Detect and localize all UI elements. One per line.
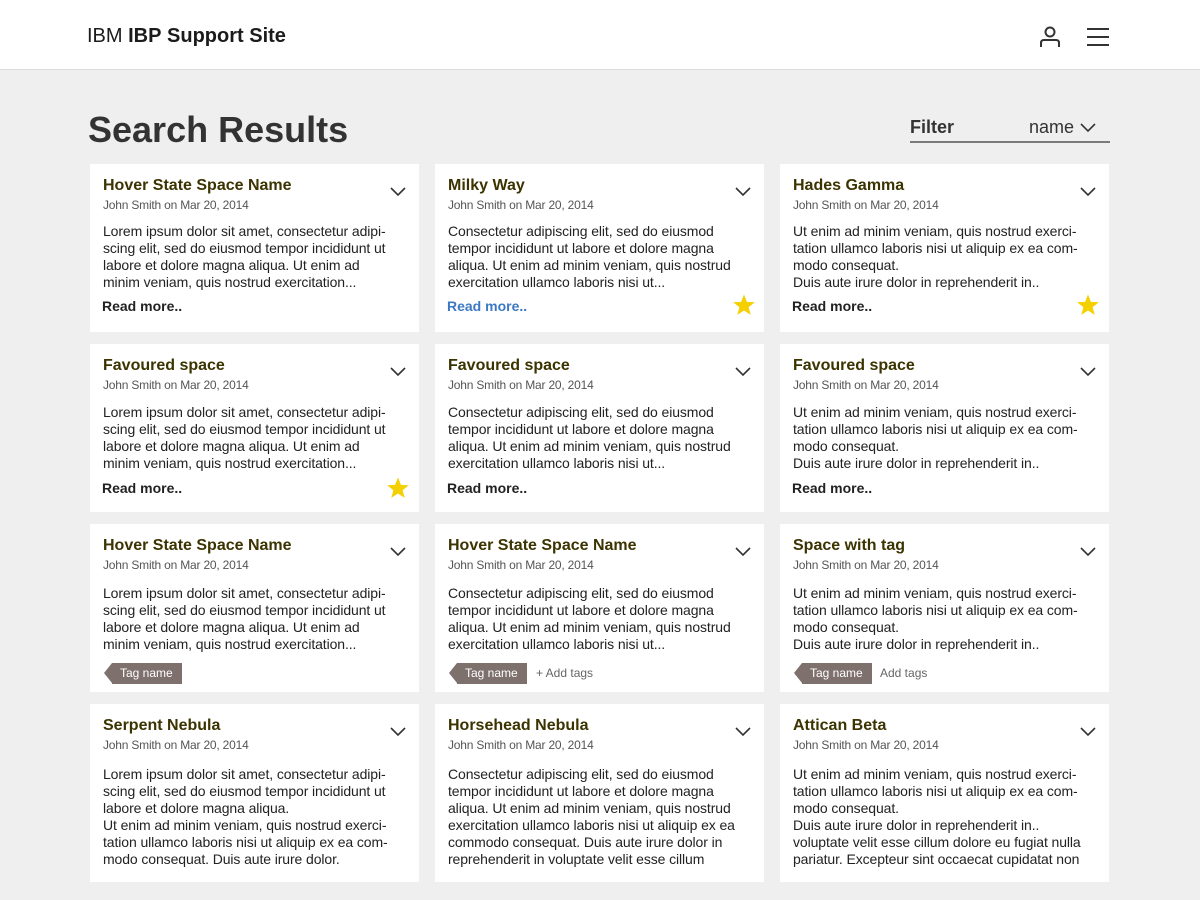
card-meta: John Smith on Mar 20, 2014: [448, 378, 594, 392]
card-title[interactable]: Hover State Space Name: [103, 536, 292, 556]
card-title[interactable]: Space with tag: [793, 536, 905, 556]
card-title[interactable]: Hades Gamma: [793, 176, 904, 196]
chevron-down-icon[interactable]: [390, 365, 406, 377]
card-description: Ut enim ad minim veniam, quis nostrud ex…: [793, 585, 1078, 652]
star-icon[interactable]: [386, 476, 410, 500]
star-icon[interactable]: [1076, 293, 1100, 317]
card-meta: John Smith on Mar 20, 2014: [103, 738, 249, 752]
filter-dropdown[interactable]: Filter name: [910, 115, 1110, 143]
chevron-down-icon[interactable]: [1080, 725, 1096, 737]
card-meta: John Smith on Mar 20, 2014: [793, 558, 939, 572]
card-meta: John Smith on Mar 20, 2014: [448, 198, 594, 212]
brand-site: Support Site: [167, 25, 286, 47]
chevron-down-icon[interactable]: [735, 365, 751, 377]
read-more-link[interactable]: Read more..: [792, 480, 872, 497]
card-title[interactable]: Hover State Space Name: [448, 536, 637, 556]
chevron-down-icon[interactable]: [390, 725, 406, 737]
card-description: Lorem ipsum dolor sit amet, consectetur …: [103, 223, 386, 290]
card-title[interactable]: Hover State Space Name: [103, 176, 292, 196]
chevron-down-icon[interactable]: [1080, 365, 1096, 377]
results-grid: Hover State Space Name John Smith on Mar…: [90, 164, 1110, 882]
card-description: Lorem ipsum dolor sit amet, consectetur …: [103, 404, 386, 471]
read-more-link[interactable]: Read more..: [102, 298, 182, 315]
card-description: Consectetur adipiscing elit, sed do eius…: [448, 404, 731, 471]
card-meta: John Smith on Mar 20, 2014: [103, 378, 249, 392]
result-card[interactable]: Favoured space John Smith on Mar 20, 201…: [780, 344, 1109, 512]
card-description: Lorem ipsum dolor sit amet, consectetur …: [103, 766, 388, 867]
chevron-down-icon[interactable]: [1080, 545, 1096, 557]
card-title[interactable]: Horsehead Nebula: [448, 716, 588, 736]
card-description: Consectetur adipiscing elit, sed do eius…: [448, 585, 731, 652]
read-more-link[interactable]: Read more..: [447, 298, 527, 315]
chevron-down-icon[interactable]: [390, 545, 406, 557]
result-card[interactable]: Favoured space John Smith on Mar 20, 201…: [90, 344, 419, 512]
brand-product: IBP: [128, 25, 162, 47]
card-meta: John Smith on Mar 20, 2014: [103, 558, 249, 572]
chevron-down-icon[interactable]: [1080, 185, 1096, 197]
chevron-down-icon: [1080, 123, 1096, 133]
tag-chip[interactable]: Tag name: [104, 663, 182, 684]
card-description: Ut enim ad minim veniam, quis nostrud ex…: [793, 404, 1078, 471]
card-meta: John Smith on Mar 20, 2014: [103, 198, 249, 212]
result-card[interactable]: Hades Gamma John Smith on Mar 20, 2014 U…: [780, 164, 1109, 332]
read-more-link[interactable]: Read more..: [792, 298, 872, 315]
result-card[interactable]: Horsehead Nebula John Smith on Mar 20, 2…: [435, 704, 764, 882]
result-card[interactable]: Milky Way John Smith on Mar 20, 2014 Con…: [435, 164, 764, 332]
chevron-down-icon[interactable]: [735, 545, 751, 557]
card-meta: John Smith on Mar 20, 2014: [793, 378, 939, 392]
user-icon[interactable]: [1037, 24, 1063, 50]
card-title[interactable]: Milky Way: [448, 176, 525, 196]
result-card[interactable]: Hover State Space Name John Smith on Mar…: [435, 524, 764, 692]
card-description: Lorem ipsum dolor sit amet, consectetur …: [103, 585, 386, 652]
card-meta: John Smith on Mar 20, 2014: [448, 738, 594, 752]
card-description: Ut enim ad minim veniam, quis nostrud ex…: [793, 766, 1081, 867]
tag-chip[interactable]: Tag name: [449, 663, 527, 684]
hamburger-menu-icon[interactable]: [1085, 24, 1111, 50]
card-meta: John Smith on Mar 20, 2014: [793, 738, 939, 752]
card-title[interactable]: Favoured space: [103, 356, 225, 376]
result-card[interactable]: Attican Beta John Smith on Mar 20, 2014 …: [780, 704, 1109, 882]
add-tags-link[interactable]: + Add tags: [536, 666, 593, 681]
top-navigation-bar: IBM IBP Support Site: [0, 0, 1200, 70]
result-card[interactable]: Serpent Nebula John Smith on Mar 20, 201…: [90, 704, 419, 882]
read-more-link[interactable]: Read more..: [102, 480, 182, 497]
card-description: Consectetur adipiscing elit, sed do eius…: [448, 766, 735, 867]
tag-chip[interactable]: Tag name: [794, 663, 872, 684]
card-title[interactable]: Serpent Nebula: [103, 716, 220, 736]
read-more-link[interactable]: Read more..: [447, 480, 527, 497]
star-icon[interactable]: [732, 293, 756, 317]
result-card[interactable]: Hover State Space Name John Smith on Mar…: [90, 164, 419, 332]
card-title[interactable]: Attican Beta: [793, 716, 886, 736]
brand-company: IBM: [87, 25, 123, 47]
add-tags-link[interactable]: Add tags: [880, 666, 927, 681]
result-card[interactable]: Hover State Space Name John Smith on Mar…: [90, 524, 419, 692]
site-brand[interactable]: IBM IBP Support Site: [87, 24, 286, 48]
chevron-down-icon[interactable]: [735, 185, 751, 197]
filter-value: name: [1029, 117, 1075, 137]
page-title: Search Results: [88, 109, 349, 150]
chevron-down-icon[interactable]: [390, 185, 406, 197]
card-description: Ut enim ad minim veniam, quis nostrud ex…: [793, 223, 1078, 290]
card-title[interactable]: Favoured space: [793, 356, 915, 376]
card-description: Consectetur adipiscing elit, sed do eius…: [448, 223, 731, 290]
chevron-down-icon[interactable]: [735, 725, 751, 737]
card-title[interactable]: Favoured space: [448, 356, 570, 376]
card-meta: John Smith on Mar 20, 2014: [448, 558, 594, 572]
result-card[interactable]: Space with tag John Smith on Mar 20, 201…: [780, 524, 1109, 692]
result-card[interactable]: Favoured space John Smith on Mar 20, 201…: [435, 344, 764, 512]
filter-label: Filter: [910, 117, 955, 137]
card-meta: John Smith on Mar 20, 2014: [793, 198, 939, 212]
